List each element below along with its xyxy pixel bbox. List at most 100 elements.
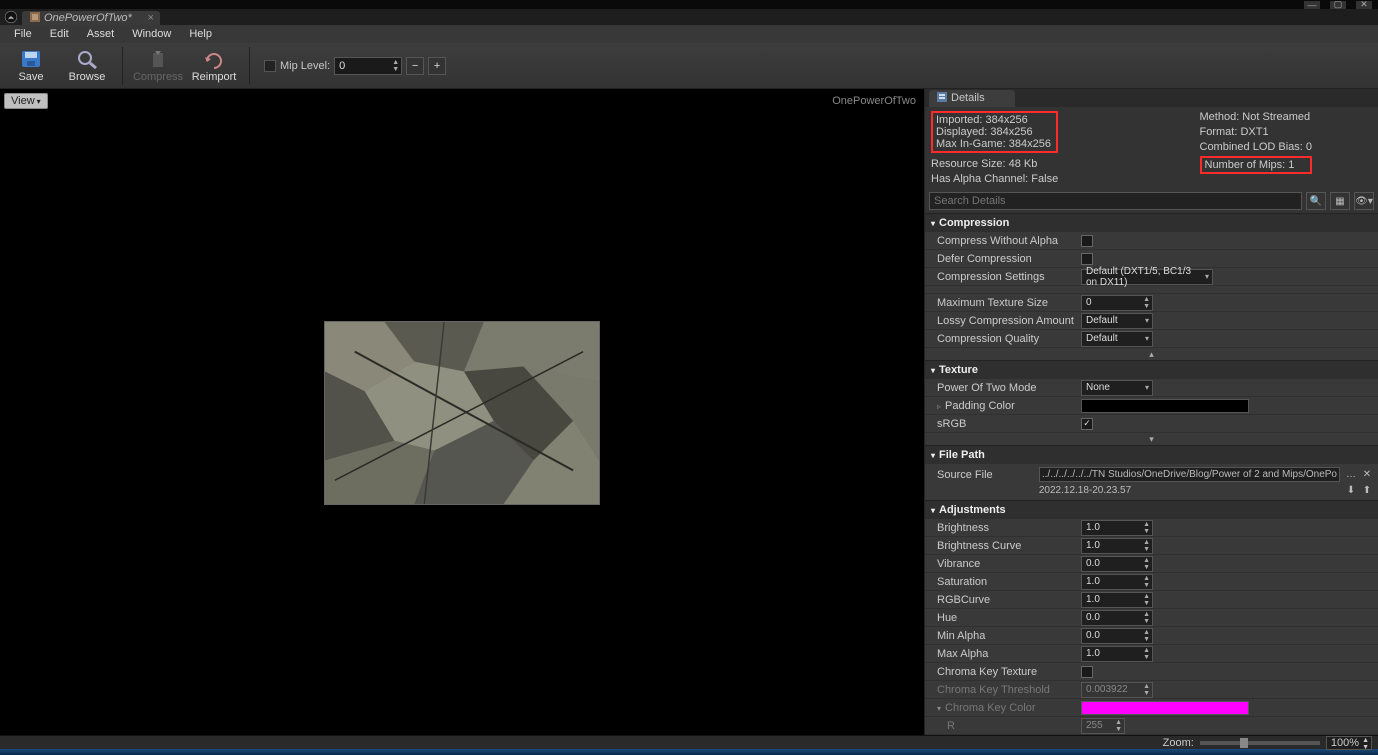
prop-padding-color: ▹Padding Color bbox=[925, 400, 1077, 412]
zoom-slider[interactable] bbox=[1200, 741, 1320, 745]
menu-edit[interactable]: Edit bbox=[42, 26, 77, 42]
mip-level-spinner[interactable]: 0 ▲▼ bbox=[334, 57, 402, 75]
menu-window[interactable]: Window bbox=[124, 26, 179, 42]
rgbcurve-input[interactable]: 1.0▲▼ bbox=[1081, 592, 1153, 608]
document-tab[interactable]: OnePowerOfTwo* × bbox=[22, 11, 160, 25]
close-tab-icon[interactable]: × bbox=[147, 12, 153, 24]
compress-without-alpha-checkbox[interactable] bbox=[1081, 235, 1093, 247]
hue-input[interactable]: 0.0▲▼ bbox=[1081, 610, 1153, 626]
compress-button[interactable]: Compress bbox=[133, 45, 183, 87]
saturation-input[interactable]: 1.0▲▼ bbox=[1081, 574, 1153, 590]
section-compression[interactable]: ▾Compression bbox=[925, 213, 1378, 232]
prop-compression-quality: Compression Quality bbox=[925, 333, 1077, 345]
eye-options-button[interactable]: 👁▾ bbox=[1354, 192, 1374, 210]
maximize-button[interactable]: ▢ bbox=[1330, 1, 1346, 9]
min-alpha-input[interactable]: 0.0▲▼ bbox=[1081, 628, 1153, 644]
prop-hue: Hue bbox=[925, 612, 1077, 624]
browse-button[interactable]: Browse bbox=[62, 45, 112, 87]
brightness-curve-input[interactable]: 1.0▲▼ bbox=[1081, 538, 1153, 554]
srgb-checkbox[interactable] bbox=[1081, 418, 1093, 430]
view-options-button[interactable]: View▾ bbox=[4, 93, 48, 109]
info-imported: Imported: 384x256 bbox=[936, 114, 1053, 126]
max-texture-size-input[interactable]: 0▲▼ bbox=[1081, 295, 1153, 311]
mip-level-control: Mip Level: 0 ▲▼ − + bbox=[264, 57, 446, 75]
triangle-down-icon: ▾ bbox=[931, 451, 935, 460]
details-search-row: 🔍 ▦ 👁▾ bbox=[925, 189, 1378, 213]
clear-file-button[interactable]: ✕ bbox=[1360, 467, 1374, 481]
triangle-down-icon[interactable]: ▾ bbox=[937, 704, 941, 713]
prop-min-alpha: Min Alpha bbox=[925, 630, 1077, 642]
brightness-input[interactable]: 1.0▲▼ bbox=[1081, 520, 1153, 536]
prop-saturation: Saturation bbox=[925, 576, 1077, 588]
power-of-two-dropdown[interactable]: None▾ bbox=[1081, 380, 1153, 396]
menu-help[interactable]: Help bbox=[181, 26, 220, 42]
upload-arrow-icon[interactable]: ⬆ bbox=[1360, 483, 1374, 497]
mip-plus-button[interactable]: + bbox=[428, 57, 446, 75]
close-button[interactable]: ✕ bbox=[1356, 1, 1372, 9]
mip-level-checkbox[interactable] bbox=[264, 60, 276, 72]
section-file-path[interactable]: ▾File Path bbox=[925, 445, 1378, 464]
save-button[interactable]: Save bbox=[6, 45, 56, 87]
max-alpha-input[interactable]: 1.0▲▼ bbox=[1081, 646, 1153, 662]
expand-advanced-toggle[interactable]: ▴ bbox=[925, 348, 1378, 360]
document-tab-label: OnePowerOfTwo* bbox=[44, 12, 132, 24]
chroma-key-texture-checkbox[interactable] bbox=[1081, 666, 1093, 678]
compression-settings-dropdown[interactable]: Default (DXT1/5, BC1/3 on DX11)▾ bbox=[1081, 269, 1213, 285]
info-displayed: Displayed: 384x256 bbox=[936, 126, 1053, 138]
browse-icon bbox=[75, 48, 99, 70]
mip-minus-button[interactable]: − bbox=[406, 57, 424, 75]
save-icon bbox=[19, 48, 43, 70]
menubar: File Edit Asset Window Help bbox=[0, 25, 1378, 43]
reimport-icon bbox=[202, 48, 226, 70]
caret-down-icon: ▾ bbox=[1145, 334, 1149, 343]
prop-rgbcurve: RGBCurve bbox=[925, 594, 1077, 606]
prop-vibrance: Vibrance bbox=[925, 558, 1077, 570]
compression-quality-dropdown[interactable]: Default▾ bbox=[1081, 331, 1153, 347]
source-file-value[interactable]: ../../../../../../TN Studios/OneDrive/Bl… bbox=[1039, 467, 1340, 482]
zoom-percent-input[interactable]: 100%▲▼ bbox=[1326, 736, 1372, 750]
details-panel: Details Imported: 384x256 Displayed: 384… bbox=[924, 89, 1378, 735]
window-titlebar: — ▢ ✕ bbox=[0, 0, 1378, 9]
toolbar-separator bbox=[249, 47, 250, 85]
prop-brightness: Brightness bbox=[925, 522, 1077, 534]
texture-viewport[interactable]: View▾ OnePowerOfTwo bbox=[0, 89, 924, 735]
expand-advanced-toggle[interactable]: ▾ bbox=[925, 433, 1378, 445]
prop-brightness-curve: Brightness Curve bbox=[925, 540, 1077, 552]
spinner-arrows-icon: ▲▼ bbox=[392, 59, 399, 73]
info-num-mips: Number of Mips: 1 bbox=[1205, 159, 1295, 171]
details-scroll-area[interactable]: ▾Compression Compress Without Alpha Defe… bbox=[925, 213, 1378, 735]
search-icon[interactable]: 🔍 bbox=[1306, 192, 1326, 210]
menu-asset[interactable]: Asset bbox=[79, 26, 123, 42]
prop-max-texture-size: Maximum Texture Size bbox=[925, 297, 1077, 309]
browse-file-button[interactable]: … bbox=[1344, 467, 1358, 481]
lossy-amount-dropdown[interactable]: Default▾ bbox=[1081, 313, 1153, 329]
prop-defer-compression: Defer Compression bbox=[925, 253, 1077, 265]
matrix-view-button[interactable]: ▦ bbox=[1330, 192, 1350, 210]
prop-compress-without-alpha: Compress Without Alpha bbox=[925, 235, 1077, 247]
zoom-thumb[interactable] bbox=[1240, 738, 1248, 748]
minimize-button[interactable]: — bbox=[1304, 1, 1320, 9]
chroma-key-color-swatch[interactable] bbox=[1081, 701, 1249, 715]
triangle-down-icon: ▾ bbox=[931, 506, 935, 515]
details-search-input[interactable] bbox=[929, 192, 1302, 210]
info-resource-size: Resource Size: 48 Kb bbox=[931, 158, 1058, 170]
section-adjustments[interactable]: ▾Adjustments bbox=[925, 500, 1378, 519]
download-arrow-icon[interactable]: ⬇ bbox=[1344, 483, 1358, 497]
prop-power-of-two-mode: Power Of Two Mode bbox=[925, 382, 1077, 394]
unreal-logo-icon bbox=[0, 9, 22, 25]
compress-icon bbox=[146, 48, 170, 70]
prop-lossy-amount: Lossy Compression Amount bbox=[925, 315, 1077, 327]
vibrance-input[interactable]: 0.0▲▼ bbox=[1081, 556, 1153, 572]
defer-compression-checkbox[interactable] bbox=[1081, 253, 1093, 265]
details-tab[interactable]: Details bbox=[929, 90, 1015, 107]
details-tabbar: Details bbox=[925, 89, 1378, 107]
info-alpha: Has Alpha Channel: False bbox=[931, 173, 1058, 185]
menu-file[interactable]: File bbox=[6, 26, 40, 42]
section-texture[interactable]: ▾Texture bbox=[925, 360, 1378, 379]
prop-chroma-key-texture: Chroma Key Texture bbox=[925, 666, 1077, 678]
padding-color-swatch[interactable] bbox=[1081, 399, 1249, 413]
info-format: Format: DXT1 bbox=[1200, 126, 1313, 138]
highlight-box: Number of Mips: 1 bbox=[1200, 156, 1313, 174]
triangle-right-icon[interactable]: ▹ bbox=[937, 402, 941, 411]
reimport-button[interactable]: Reimport bbox=[189, 45, 239, 87]
